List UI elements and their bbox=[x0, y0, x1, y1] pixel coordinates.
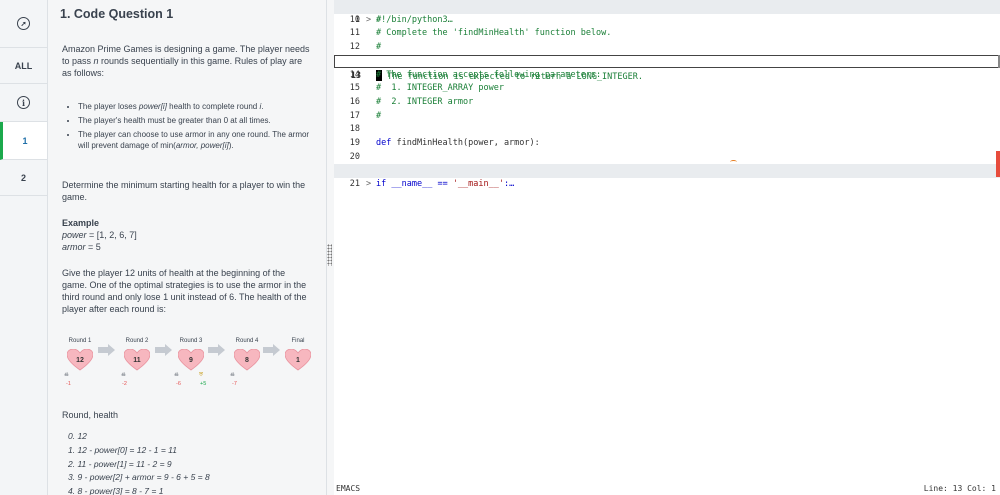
rounds-diagram: Round 1 12 Round 2 11 Round 39 Round 48 Fi… bbox=[62, 335, 312, 387]
nav-question-1[interactable]: 1 bbox=[0, 122, 47, 160]
compass-icon: ➚ bbox=[17, 17, 30, 30]
round-4: Round 48 bbox=[227, 335, 267, 371]
editor-mode: EMACS bbox=[336, 484, 361, 493]
code-line[interactable]: 12 # bbox=[334, 41, 1000, 55]
nav-compass[interactable]: ➚ bbox=[0, 0, 47, 48]
lint-warning-marker bbox=[730, 160, 737, 164]
rule-item: The player's health must be greater than… bbox=[78, 115, 312, 126]
problem-pane: 1. Code Question 1 Amazon Prime Games is… bbox=[48, 0, 326, 495]
arrow-icon bbox=[98, 344, 115, 356]
rule-item: The player loses power[i] health to comp… bbox=[78, 101, 312, 112]
code-line[interactable]: 1 > #!/bin/python3… bbox=[334, 0, 1000, 25]
explanation-text: Give the player 12 units of health at th… bbox=[62, 268, 307, 314]
code-line[interactable]: 15 # 1. INTEGER_ARRAY power bbox=[334, 82, 1000, 96]
nav-info[interactable]: i bbox=[0, 84, 47, 122]
nav-all[interactable]: ALL bbox=[0, 48, 47, 84]
info-icon: i bbox=[17, 96, 30, 109]
task-text: Determine the minimum starting health fo… bbox=[62, 180, 306, 202]
code-line[interactable]: 10 # bbox=[334, 14, 1000, 28]
step-item: 0. 12 bbox=[68, 431, 87, 441]
code-line[interactable]: 21 > if __name__ == '__main__':… bbox=[334, 164, 1000, 189]
arrow-icon bbox=[155, 344, 172, 356]
code-line[interactable]: 20 bbox=[334, 151, 1000, 165]
step-item: 4. 8 - power[3] = 8 - 7 = 1 bbox=[68, 486, 164, 495]
drag-handle-icon[interactable] bbox=[327, 244, 332, 266]
table-heading: Round, health bbox=[62, 410, 119, 420]
nav-question-2[interactable]: 2 bbox=[0, 160, 47, 196]
steps-list: 0. 12 1. 12 - power[0] = 12 - 1 = 11 2. … bbox=[62, 430, 312, 495]
example-heading: Example bbox=[62, 218, 100, 228]
rule-item: The player can choose to use armor in an… bbox=[78, 129, 312, 151]
intro-text: Amazon Prime Games is designing a game. … bbox=[62, 44, 310, 78]
cursor-position: Line: 13 Col: 1 bbox=[923, 484, 996, 493]
editor-status-bar: EMACS Line: 13 Col: 1 bbox=[334, 483, 1000, 495]
step-item: 1. 12 - power[0] = 12 - 1 = 11 bbox=[68, 444, 177, 455]
example-power: power = [1, 2, 6, 7] bbox=[62, 230, 137, 240]
code-line[interactable]: 16 # 2. INTEGER armor bbox=[334, 96, 1000, 110]
round-2: Round 2 11 bbox=[117, 335, 157, 371]
round-1: Round 1 12 bbox=[60, 335, 100, 371]
code-line[interactable]: 18 bbox=[334, 123, 1000, 137]
question-nav-rail: ➚ ALL i 1 2 bbox=[0, 0, 48, 495]
code-line[interactable]: 11 # Complete the 'findMinHealth' functio… bbox=[334, 27, 1000, 41]
problem-title: 1. Code Question 1 bbox=[60, 7, 174, 21]
step-item: 2. 11 - power[1] = 11 - 2 = 9 bbox=[68, 458, 172, 469]
code-editor[interactable]: 1 > #!/bin/python3… 10 # 11 # Complete the '… bbox=[334, 0, 1000, 495]
round-3: Round 39 bbox=[171, 335, 211, 371]
arrow-icon bbox=[208, 344, 225, 356]
fold-toggle-icon[interactable]: > bbox=[366, 178, 371, 192]
code-line[interactable]: 14 # The function accepts following param… bbox=[334, 69, 1000, 83]
scrollbar-error-marker bbox=[996, 151, 1000, 177]
step-item: 3. 9 - power[2] + armor = 9 - 6 + 5 = 8 bbox=[68, 472, 210, 483]
rules-list: The player loses power[i] health to comp… bbox=[62, 101, 312, 151]
code-line-current[interactable]: 13 The function is expected to return a … bbox=[334, 54, 1000, 82]
code-line[interactable]: 19 def findMinHealth(power, armor): bbox=[334, 137, 1000, 151]
example-armor: armor = 5 bbox=[62, 242, 101, 252]
round-final: Final 1 bbox=[278, 335, 318, 371]
code-line[interactable]: 17 # bbox=[334, 110, 1000, 124]
